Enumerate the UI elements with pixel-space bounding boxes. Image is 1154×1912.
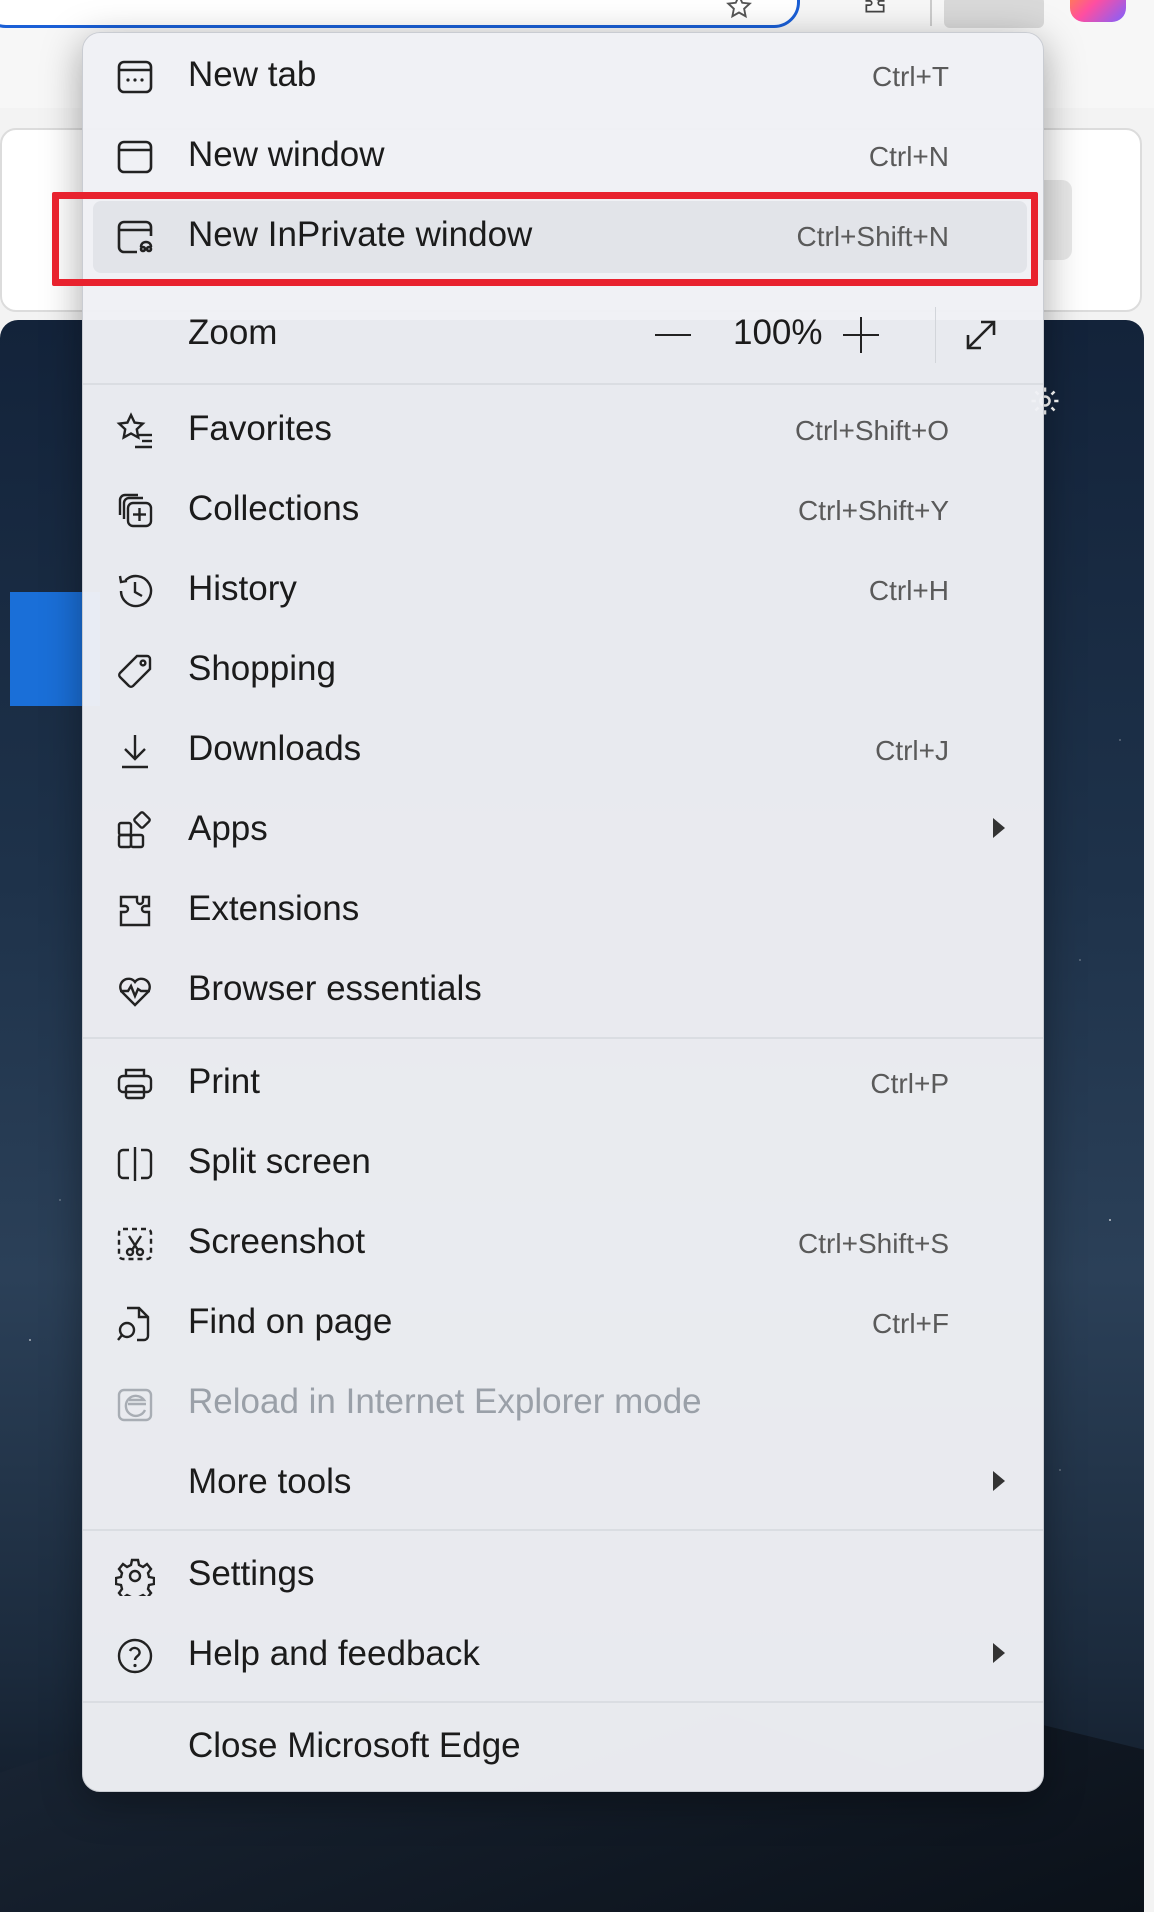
menu-item-split-screen[interactable]: Split screen <box>83 1124 1043 1204</box>
submenu-chevron-right-icon <box>993 1643 1005 1663</box>
menu-item-extensions[interactable]: Extensions <box>83 871 1043 951</box>
menu-item-label: Favorites <box>188 409 332 448</box>
menu-item-favorites[interactable]: Favorites Ctrl+Shift+O <box>83 391 1043 471</box>
menu-item-shortcut: Ctrl+J <box>875 735 949 766</box>
menu-item-shortcut: Ctrl+Shift+Y <box>798 495 949 526</box>
zoom-divider <box>935 307 936 363</box>
apps-icon <box>115 811 155 851</box>
menu-item-more-tools[interactable]: More tools <box>83 1444 1043 1524</box>
menu-separator <box>83 383 1043 385</box>
menu-item-history[interactable]: History Ctrl+H <box>83 551 1043 631</box>
toolbar-divider <box>930 0 932 26</box>
menu-item-print[interactable]: Print Ctrl+P <box>83 1044 1043 1124</box>
menu-item-label: Find on page <box>188 1302 393 1341</box>
zoom-label: Zoom <box>188 313 278 352</box>
find-on-page-icon <box>115 1304 155 1344</box>
menu-item-label: New window <box>188 135 385 174</box>
settings-and-more-menu: New tab Ctrl+T New window Ctrl+N New InP… <box>82 32 1044 1792</box>
download-icon <box>115 731 155 771</box>
menu-item-label: Help and feedback <box>188 1634 480 1673</box>
menu-item-settings[interactable]: Settings <box>83 1536 1043 1616</box>
menu-item-shortcut: Ctrl+N <box>868 141 949 172</box>
new-tab-icon <box>115 57 155 97</box>
zoom-in-button[interactable] <box>837 311 885 359</box>
favorites-icon <box>115 411 155 451</box>
extensions-icon[interactable] <box>858 0 892 16</box>
copilot-icon[interactable] <box>1070 0 1126 22</box>
menu-item-shortcut: Ctrl+Shift+S <box>798 1228 949 1259</box>
menu-item-shopping[interactable]: Shopping <box>83 631 1043 711</box>
internet-explorer-icon <box>115 1384 155 1424</box>
menu-item-downloads[interactable]: Downloads Ctrl+J <box>83 711 1043 791</box>
browser-essentials-heart-icon <box>115 971 155 1011</box>
address-bar[interactable] <box>0 0 800 28</box>
shopping-tag-icon <box>115 651 155 691</box>
menu-item-label: History <box>188 569 297 608</box>
submenu-chevron-right-icon <box>993 1471 1005 1491</box>
history-icon <box>115 571 155 611</box>
menu-item-new-window[interactable]: New window Ctrl+N <box>83 117 1043 197</box>
menu-item-shortcut: Ctrl+Shift+O <box>794 415 949 446</box>
menu-item-shortcut: Ctrl+H <box>868 575 949 606</box>
menu-item-label: Split screen <box>188 1142 371 1181</box>
help-question-icon <box>115 1636 155 1676</box>
menu-item-shortcut: Ctrl+F <box>872 1308 949 1339</box>
menu-item-label: Browser essentials <box>188 969 482 1008</box>
menu-item-reload-ie-mode: Reload in Internet Explorer mode <box>83 1364 1043 1444</box>
menu-item-label: Downloads <box>188 729 362 768</box>
menu-item-shortcut: Ctrl+T <box>872 61 949 92</box>
menu-item-find-on-page[interactable]: Find on page Ctrl+F <box>83 1284 1043 1364</box>
print-icon <box>115 1064 155 1104</box>
menu-item-label: Close Microsoft Edge <box>188 1726 521 1765</box>
collections-icon <box>115 491 155 531</box>
menu-item-screenshot[interactable]: Screenshot Ctrl+Shift+S <box>83 1204 1043 1284</box>
menu-separator <box>83 1037 1043 1039</box>
menu-item-label: Shopping <box>188 649 336 688</box>
menu-item-label: Extensions <box>188 889 360 928</box>
menu-item-label: Apps <box>188 809 268 848</box>
menu-item-label: New tab <box>188 55 317 94</box>
menu-item-zoom: Zoom 100% <box>83 295 1043 375</box>
menu-item-label: Settings <box>188 1554 315 1593</box>
menu-item-help-and-feedback[interactable]: Help and feedback <box>83 1616 1043 1696</box>
zoom-out-button[interactable] <box>643 315 699 355</box>
menu-item-close-microsoft-edge[interactable]: Close Microsoft Edge <box>83 1708 1043 1788</box>
zoom-value: 100% <box>733 313 823 352</box>
new-window-icon <box>115 137 155 177</box>
fullscreen-expand-icon[interactable] <box>961 315 1001 355</box>
submenu-chevron-right-icon <box>993 818 1005 838</box>
menu-item-label: Collections <box>188 489 360 528</box>
settings-and-more-button[interactable] <box>944 0 1044 28</box>
menu-item-label: Print <box>188 1062 260 1101</box>
menu-item-label: Reload in Internet Explorer mode <box>188 1382 702 1421</box>
split-screen-icon <box>115 1144 155 1184</box>
extensions-puzzle-icon <box>115 891 155 931</box>
menu-item-shortcut: Ctrl+P <box>870 1068 949 1099</box>
favorite-star-icon[interactable] <box>724 0 754 22</box>
menu-item-label: Screenshot <box>188 1222 366 1261</box>
highlight-annotation-box <box>52 192 1038 286</box>
menu-item-apps[interactable]: Apps <box>83 791 1043 871</box>
screenshot-scissors-icon <box>115 1224 155 1264</box>
menu-item-browser-essentials[interactable]: Browser essentials <box>83 951 1043 1031</box>
menu-separator <box>83 1529 1043 1531</box>
menu-item-new-tab[interactable]: New tab Ctrl+T <box>83 37 1043 117</box>
menu-separator <box>83 1701 1043 1703</box>
menu-item-collections[interactable]: Collections Ctrl+Shift+Y <box>83 471 1043 551</box>
settings-gear-icon <box>115 1556 155 1596</box>
menu-item-label: More tools <box>188 1462 352 1501</box>
